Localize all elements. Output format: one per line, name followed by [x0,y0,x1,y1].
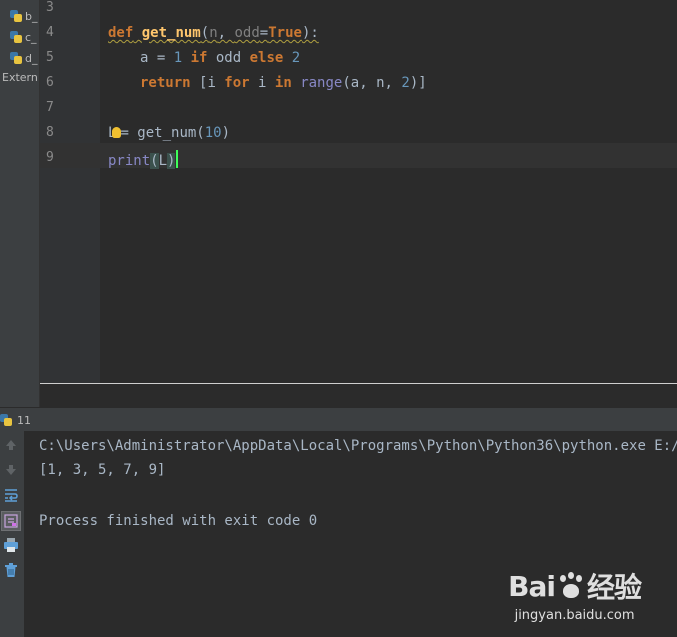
keyword-true: True [268,25,302,41]
python-file-icon [10,52,22,64]
code-line-6: return [i for i in range(a, n, 2)] [140,75,427,91]
code-line-8: L= get_num(10) [108,125,230,141]
keyword-else: else [241,50,292,66]
watermark-logo: Bai 经验 [508,566,642,606]
line-number: 6 [46,75,54,90]
python-file-icon [10,31,22,43]
project-tree-panel: b_ c_ d_ Extern [0,0,40,407]
intention-bulb-icon[interactable] [112,127,122,138]
watermark-brand-jingyan: 经验 [586,571,642,604]
external-libraries-label: Extern [2,71,38,84]
paren: ( [342,75,351,91]
console-line-exit: Process finished with exit code 0 [39,513,318,529]
run-tab[interactable]: 11 [0,413,31,427]
paren: ( [200,25,210,41]
number-1: 1 [173,50,183,66]
keyword-in: in [266,75,301,91]
line-number: 4 [46,25,54,40]
builtin-print: print [108,153,151,169]
arrow-down-icon[interactable] [2,461,20,479]
watermark-brand-bai: Bai [508,569,556,603]
arrow-up-icon[interactable] [2,436,20,454]
keyword-return: return [140,75,191,91]
code-line-5: a = 1 if odd else 2 [140,50,300,66]
external-libraries-item[interactable]: Extern [2,71,38,84]
trash-icon[interactable] [2,561,20,579]
number-2: 2 [291,50,301,66]
console-line-output: [1, 3, 5, 7, 9] [39,462,166,478]
project-file-b[interactable]: b_ [10,7,37,25]
var-a: a [350,75,360,91]
line-number: 9 [46,150,54,165]
builtin-range: range [300,75,343,91]
python-run-icon [0,414,12,426]
line-number: 5 [46,50,54,65]
soft-wrap-icon[interactable] [2,486,20,504]
line-number: 7 [46,100,54,115]
code-line-9: print(L) [108,150,179,169]
code-def-signature: def get_num(n, odd=True): [108,25,319,41]
line-number: 8 [46,125,54,140]
var-L: L [158,153,168,169]
run-window-header: 11 [0,407,677,432]
file-label: b_ [25,9,38,23]
bracket-open: [ [190,75,208,91]
assign-call: = get_num( [120,125,205,141]
file-label: d_ [25,51,38,65]
function-name: get_num [141,25,201,41]
var-i: i [207,75,216,91]
comma: , [217,25,235,41]
equals: = [259,25,269,41]
python-file-icon [10,10,22,22]
project-file-d[interactable]: d_ [10,49,37,67]
paw-icon [557,572,585,600]
paren-colon: ): [301,25,319,41]
comma: , [384,75,402,91]
code-editor[interactable]: 3 4 5 6 7 8 9 def get_num(n, odd=True): … [40,0,677,407]
var-odd: odd [215,50,242,66]
comma: , [359,75,377,91]
keyword-for: for [215,75,259,91]
print-icon[interactable] [2,536,20,554]
baidu-jingyan-watermark: Bai 经验 jingyan.baidu.com [508,566,642,624]
watermark-url: jingyan.baidu.com [514,608,635,623]
file-label: c_ [25,30,37,44]
number-10: 10 [204,125,222,141]
code-line-4: def get_num(n, odd=True): [108,25,319,41]
text-cursor [176,150,179,168]
scroll-to-end-icon[interactable] [1,511,21,531]
bracket-close: )] [409,75,427,91]
var-n: n [376,75,385,91]
console-line-command: C:\Users\Administrator\AppData\Local\Pro… [39,438,677,454]
paren-matched: ( [150,153,159,169]
run-toolbar [0,431,24,637]
keyword-if: if [182,50,216,66]
paren: ) [221,125,231,141]
keyword-def: def [108,25,134,41]
number-2: 2 [401,75,410,91]
line-number: 3 [46,0,54,15]
editor-divider [40,383,677,384]
param-odd: odd [234,25,260,41]
assign-a: a = [140,50,174,66]
paren-matched: ) [167,153,176,169]
param-n: n [209,25,218,41]
run-tab-label: 11 [17,413,31,427]
project-file-c[interactable]: c_ [10,28,37,46]
